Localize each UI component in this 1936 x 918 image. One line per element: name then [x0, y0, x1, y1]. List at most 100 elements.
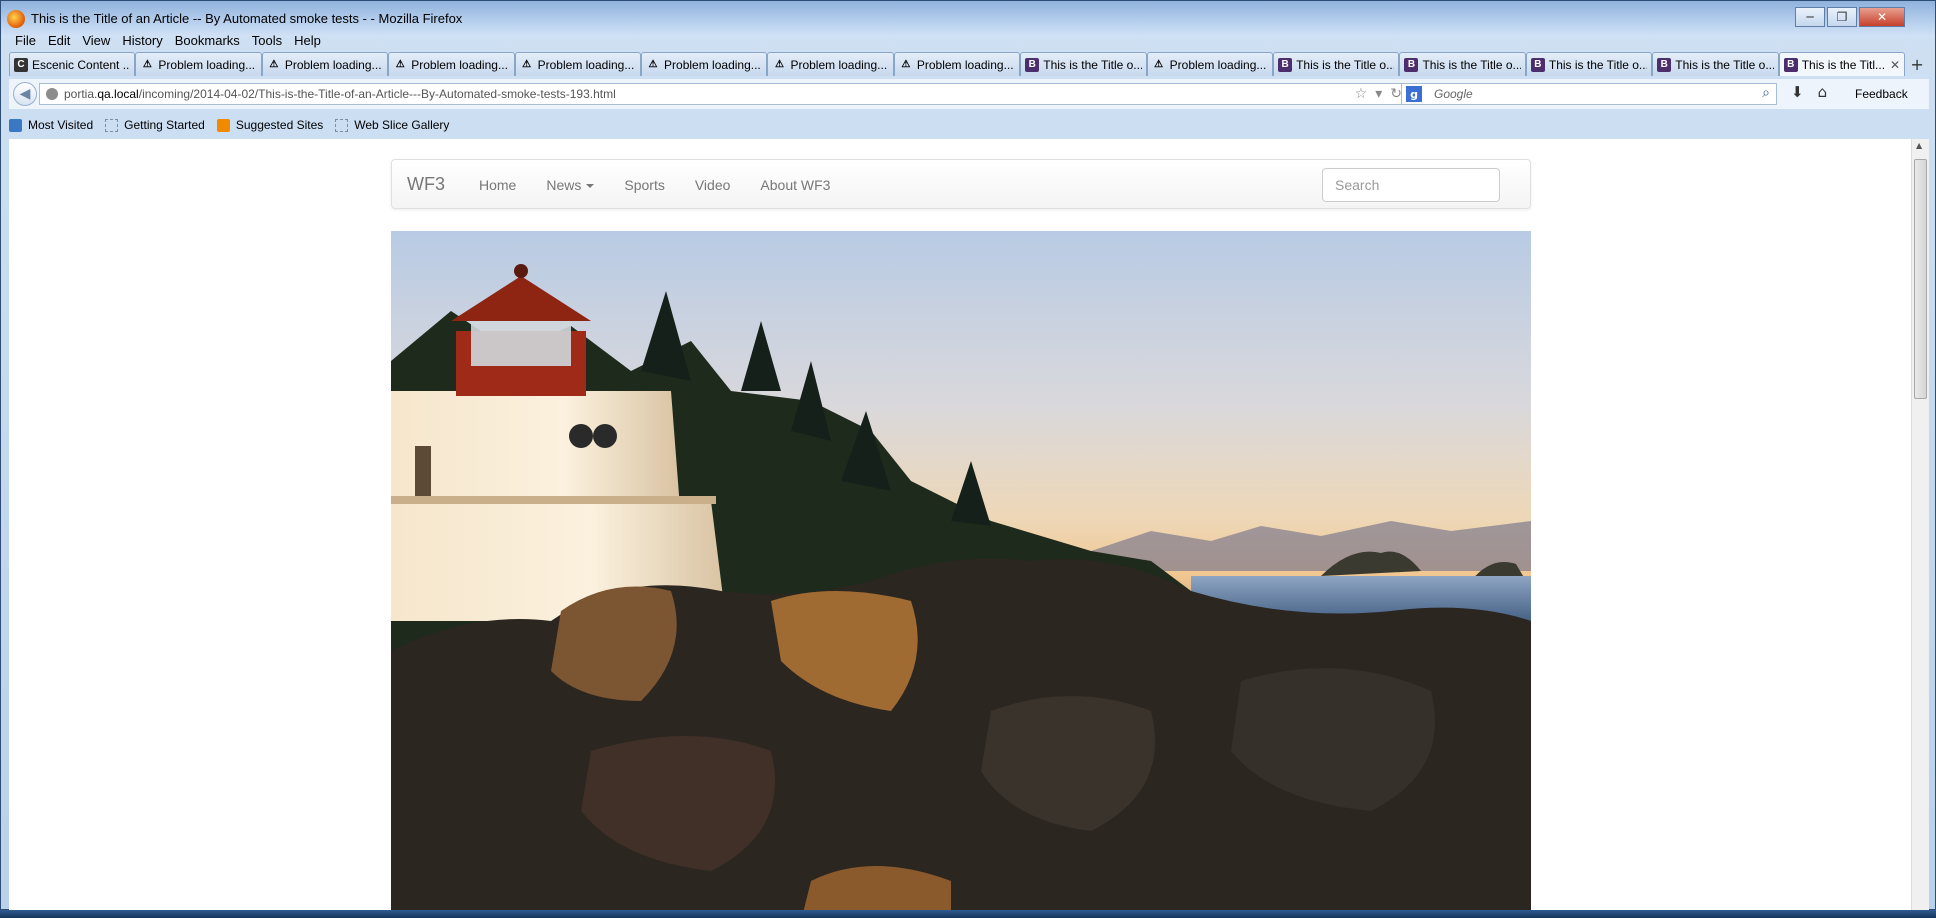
tab-label: Problem loading... [411, 57, 508, 72]
browser-tab[interactable]: ⚠ Problem loading... [767, 52, 894, 76]
tab-label: Problem loading... [158, 57, 256, 72]
warning-icon: ⚠ [774, 59, 784, 70]
bookmark-getting-started[interactable]: Getting Started [105, 118, 205, 132]
close-button[interactable]: ✕ [1859, 7, 1905, 27]
url-bar-icons: ☆ ▾ ↻ [1355, 86, 1402, 102]
nav-about[interactable]: About WF3 [760, 177, 830, 193]
feedback-button[interactable]: Feedback [1855, 87, 1908, 101]
tab-label: Escenic Content ... [32, 57, 131, 72]
site-brand[interactable]: WF3 [407, 174, 445, 195]
menu-bar: File Edit View History Bookmarks Tools H… [9, 31, 327, 51]
browser-tab[interactable]: B This is the Title o... [1399, 52, 1526, 76]
site-identity-icon[interactable] [46, 88, 58, 100]
tab-label: This is the Titl... [1801, 57, 1886, 72]
suggested-sites-icon [216, 118, 230, 132]
most-visited-icon [9, 118, 22, 132]
minimize-button[interactable]: ─ [1795, 7, 1825, 27]
menu-bookmarks[interactable]: Bookmarks [169, 31, 246, 51]
escenic-icon: C [14, 57, 28, 72]
hero-image [391, 231, 1531, 911]
warning-icon: ⚠ [522, 59, 532, 70]
tab-label: This is the Title o... [1675, 57, 1774, 72]
page-icon [335, 118, 349, 132]
bookmarks-toolbar: Most Visited Getting Started Suggested S… [9, 114, 457, 136]
browser-tab[interactable]: ⚠ Problem loading... [388, 52, 515, 76]
menu-history[interactable]: History [116, 31, 168, 51]
scrollbar-thumb[interactable] [1914, 159, 1927, 399]
search-placeholder: Google [1434, 87, 1473, 101]
firefox-icon [7, 10, 25, 28]
bootstrap-icon: B [1783, 57, 1798, 72]
tab-label: Problem loading... [284, 57, 382, 72]
site-search-input[interactable]: Search [1322, 168, 1500, 202]
site-navbar: WF3 Home News Sports Video About WF3 Sea… [391, 159, 1531, 209]
scroll-up-icon[interactable]: ▲ [1916, 141, 1922, 150]
browser-tab[interactable]: ⚠ Problem loading... [261, 52, 389, 76]
browser-tab[interactable]: ⚠ Problem loading... [1146, 52, 1274, 76]
browser-tab[interactable]: B This is the Title o... [1273, 52, 1400, 76]
close-tab-icon[interactable]: ✕ [1888, 58, 1900, 72]
home-icon[interactable]: ⌂ [1818, 83, 1828, 101]
firefox-window: This is the Title of an Article -- By Au… [0, 0, 1936, 911]
menu-edit[interactable]: Edit [42, 31, 76, 51]
nav-video[interactable]: Video [695, 177, 731, 193]
warning-icon: ⚠ [648, 59, 658, 70]
warning-icon: ⚠ [901, 59, 911, 70]
url-bar[interactable]: portia.qa.local/incoming/2014-04-02/This… [39, 83, 1409, 105]
page-icon [105, 118, 119, 132]
bootstrap-icon: B [1025, 57, 1040, 72]
search-bar[interactable]: g Google ⌕ [1401, 83, 1777, 105]
windows-taskbar [0, 910, 1936, 918]
toolbar-icons: ⬇ ⌂ [1791, 83, 1827, 101]
bookmark-star-icon[interactable]: ☆ [1355, 86, 1368, 102]
tab-label: Problem loading... [916, 57, 1014, 72]
vertical-scrollbar[interactable]: ▲ [1911, 139, 1929, 911]
warning-icon: ⚠ [269, 59, 279, 70]
menu-view[interactable]: View [76, 31, 116, 51]
tab-label: Problem loading... [1169, 57, 1267, 72]
tab-label: This is the Title o... [1296, 57, 1395, 72]
bookmark-web-slice-gallery[interactable]: Web Slice Gallery [335, 118, 449, 132]
window-controls: ─ ❐ ✕ [1793, 7, 1905, 27]
dropdown-icon[interactable]: ▾ [1375, 86, 1382, 102]
browser-tab[interactable]: B This is the Title o... [1020, 52, 1147, 76]
tab-label: This is the Title o... [1548, 57, 1648, 72]
warning-icon: ⚠ [1154, 59, 1164, 70]
lighthouse-photo [391, 264, 1531, 911]
tab-label: Problem loading... [537, 57, 635, 72]
new-tab-button[interactable]: + [1905, 52, 1929, 76]
google-engine-icon[interactable]: g [1406, 86, 1422, 102]
tab-label: Problem loading... [790, 57, 888, 72]
maximize-button[interactable]: ❐ [1827, 7, 1857, 27]
back-button[interactable]: ◀ [13, 82, 37, 106]
bookmark-suggested-sites[interactable]: Suggested Sites [216, 118, 323, 132]
browser-tab[interactable]: B This is the Title o... [1525, 52, 1653, 76]
tab-label: This is the Title o... [1422, 57, 1521, 72]
menu-file[interactable]: File [9, 31, 42, 51]
bootstrap-icon: B [1530, 57, 1545, 72]
page-content: WF3 Home News Sports Video About WF3 Sea… [9, 139, 1911, 911]
search-icon[interactable]: ⌕ [1762, 85, 1770, 101]
browser-tab-active[interactable]: B This is the Titl... ✕ [1778, 52, 1906, 76]
menu-tools[interactable]: Tools [246, 31, 288, 51]
menu-help[interactable]: Help [288, 31, 327, 51]
bootstrap-icon: B [1278, 57, 1293, 72]
nav-sports[interactable]: Sports [624, 177, 664, 193]
browser-tab[interactable]: ⚠ Problem loading... [514, 52, 642, 76]
url-text: portia.qa.local/incoming/2014-04-02/This… [64, 87, 616, 101]
warning-icon: ⚠ [142, 59, 152, 70]
site-nav-links: Home News Sports Video About WF3 [464, 177, 845, 193]
browser-tab[interactable]: B This is the Title o... [1652, 52, 1779, 76]
browser-tab[interactable]: C Escenic Content ... [9, 52, 136, 76]
browser-tab[interactable]: ⚠ Problem loading... [641, 52, 768, 76]
downloads-icon[interactable]: ⬇ [1791, 83, 1804, 101]
browser-tab[interactable]: ⚠ Problem loading... [893, 52, 1021, 76]
navigation-toolbar: ◀ portia.qa.local/incoming/2014-04-02/Th… [9, 79, 1929, 109]
window-title: This is the Title of an Article -- By Au… [31, 11, 463, 26]
browser-tab[interactable]: ⚠ Problem loading... [135, 52, 262, 76]
nav-home[interactable]: Home [479, 177, 516, 193]
caret-down-icon [586, 184, 595, 189]
bootstrap-icon: B [1657, 57, 1672, 72]
nav-news[interactable]: News [546, 177, 595, 193]
bookmark-most-visited[interactable]: Most Visited [9, 118, 93, 132]
